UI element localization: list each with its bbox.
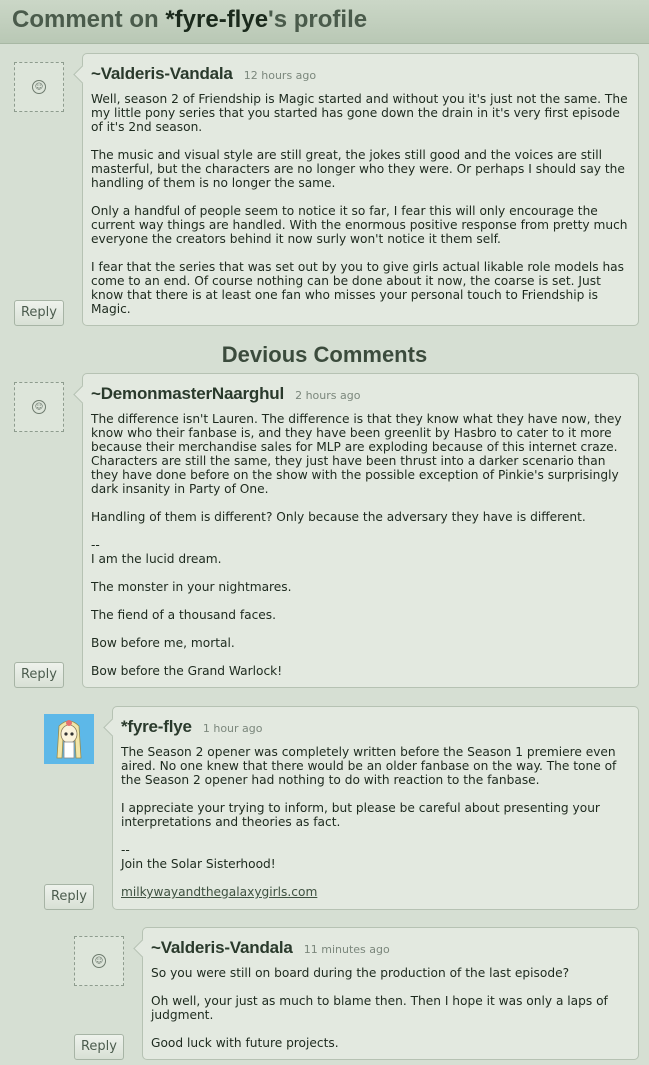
comment-box: ~Valderis-Vandala 12 hours ago Well, sea… <box>82 53 639 326</box>
comment-paragraph: The Season 2 opener was completely writt… <box>121 745 617 787</box>
comment-meta: ~Valderis-Vandala 12 hours ago <box>91 64 628 86</box>
comment-body: Well, season 2 of Friendship is Magic st… <box>91 92 628 316</box>
comment-author[interactable]: *fyre-flye <box>121 717 192 736</box>
comment-timestamp[interactable]: 1 hour ago <box>203 722 263 735</box>
comment-meta: ~DemonmasterNaarghul 2 hours ago <box>91 384 628 406</box>
comment-box: ~Valderis-Vandala 11 minutes ago So you … <box>142 927 639 1060</box>
smiley-icon: ☺ <box>92 954 106 968</box>
signature-line: The fiend of a thousand faces. <box>91 608 277 622</box>
comment-paragraph: Well, season 2 of Friendship is Magic st… <box>91 92 628 134</box>
signature-link[interactable]: milkywayandthegalaxygirls.com <box>121 885 317 899</box>
comment-box: ~DemonmasterNaarghul 2 hours ago The dif… <box>82 373 639 688</box>
reply-button[interactable]: Reply <box>74 1034 124 1060</box>
user-avatar[interactable] <box>44 714 94 764</box>
comment-paragraph: I appreciate your trying to inform, but … <box>121 801 600 829</box>
comment-paragraph: Only a handful of people seem to notice … <box>91 204 628 246</box>
comment-paragraph: The difference isn't Lauren. The differe… <box>91 412 622 496</box>
comment-paragraph: So you were still on board during the pr… <box>151 966 570 980</box>
default-avatar[interactable]: ☺ <box>14 62 64 112</box>
signature: -- I am the lucid dream. <box>91 538 222 566</box>
header-suffix: 's profile <box>268 6 368 33</box>
smiley-icon: ☺ <box>32 80 46 94</box>
comment-author[interactable]: ~Valderis-Vandala <box>91 64 233 83</box>
reply-button[interactable]: Reply <box>44 884 94 910</box>
comment-author[interactable]: ~Valderis-Vandala <box>151 938 293 957</box>
comment-paragraph: Oh well, your just as much to blame then… <box>151 994 608 1022</box>
comment-timestamp[interactable]: 11 minutes ago <box>304 943 390 956</box>
comment-body: The difference isn't Lauren. The differe… <box>91 412 628 678</box>
comment-box: *fyre-flye 1 hour ago The Season 2 opene… <box>112 706 639 910</box>
page-header: Comment on *fyre-flye's profile <box>0 0 649 44</box>
smiley-icon: ☺ <box>32 400 46 414</box>
comment-body: So you were still on board during the pr… <box>151 966 628 1050</box>
comment-paragraph: Good luck with future projects. <box>151 1036 339 1050</box>
signature-line: Bow before the Grand Warlock! <box>91 664 283 678</box>
reply-button[interactable]: Reply <box>14 300 64 326</box>
comment-author[interactable]: ~DemonmasterNaarghul <box>91 384 284 403</box>
signature: -- Join the Solar Sisterhood! <box>121 843 276 871</box>
comment-paragraph: Handling of them is different? Only beca… <box>91 510 586 524</box>
signature-line: The monster in your nightmares. <box>91 580 292 594</box>
default-avatar[interactable]: ☺ <box>14 382 64 432</box>
comment-body: The Season 2 opener was completely writt… <box>121 745 628 899</box>
comment-timestamp[interactable]: 12 hours ago <box>244 69 316 82</box>
comment-timestamp[interactable]: 2 hours ago <box>295 389 360 402</box>
comment-meta: *fyre-flye 1 hour ago <box>121 717 628 739</box>
comment-paragraph: The music and visual style are still gre… <box>91 148 625 190</box>
comment-paragraph: I fear that the series that was set out … <box>91 260 624 316</box>
signature-line: Bow before me, mortal. <box>91 636 235 650</box>
default-avatar[interactable]: ☺ <box>74 936 124 986</box>
profile-username-link[interactable]: *fyre-flye <box>165 6 268 33</box>
pony-avatar-icon <box>44 714 94 764</box>
header-prefix: Comment on <box>12 6 166 33</box>
reply-button[interactable]: Reply <box>14 662 64 688</box>
comment-meta: ~Valderis-Vandala 11 minutes ago <box>151 938 628 960</box>
section-title: Devious Comments <box>221 342 428 367</box>
